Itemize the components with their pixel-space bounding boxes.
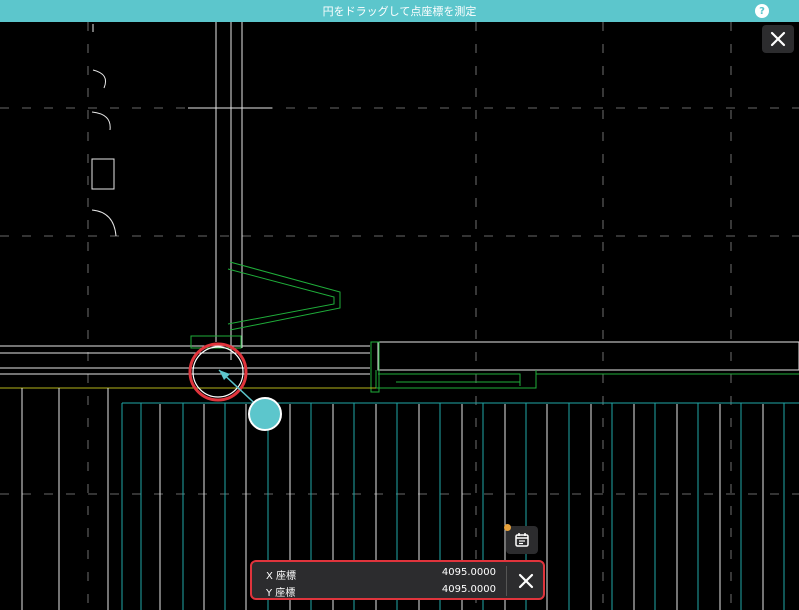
calendar-icon — [515, 533, 529, 547]
calendar-button[interactable] — [504, 524, 538, 554]
measure-target-circle-inner — [192, 346, 244, 398]
grid-lines — [0, 22, 799, 610]
instruction-title: 円をドラッグして点座標を測定 — [322, 5, 477, 18]
notification-badge — [504, 524, 511, 531]
measure-target-circle — [188, 342, 248, 402]
drag-handle[interactable] — [248, 397, 282, 431]
close-icon — [770, 31, 786, 47]
wall-lines — [0, 22, 799, 375]
instruction-bar: 円をドラッグして点座標を測定 ? — [0, 0, 799, 22]
y-coordinate-value: 4095.0000 — [441, 584, 496, 595]
coordinate-panel: X 座標 4095.0000 Y 座標 4095.0000 — [250, 560, 545, 600]
close-panel-button[interactable] — [512, 566, 540, 596]
help-icon[interactable]: ? — [755, 4, 769, 18]
green-lines — [190, 261, 799, 393]
cad-drawing-canvas[interactable] — [0, 22, 799, 610]
y-coordinate-label: Y 座標 — [266, 588, 296, 599]
panel-divider — [506, 566, 507, 596]
x-coordinate-value: 4095.0000 — [441, 567, 496, 578]
close-button[interactable] — [762, 25, 794, 53]
y-coordinate-row: Y 座標 4095.0000 — [266, 584, 496, 600]
x-coordinate-label: X 座標 — [266, 571, 297, 582]
close-icon — [518, 573, 534, 589]
x-coordinate-row: X 座標 4095.0000 — [266, 567, 496, 583]
